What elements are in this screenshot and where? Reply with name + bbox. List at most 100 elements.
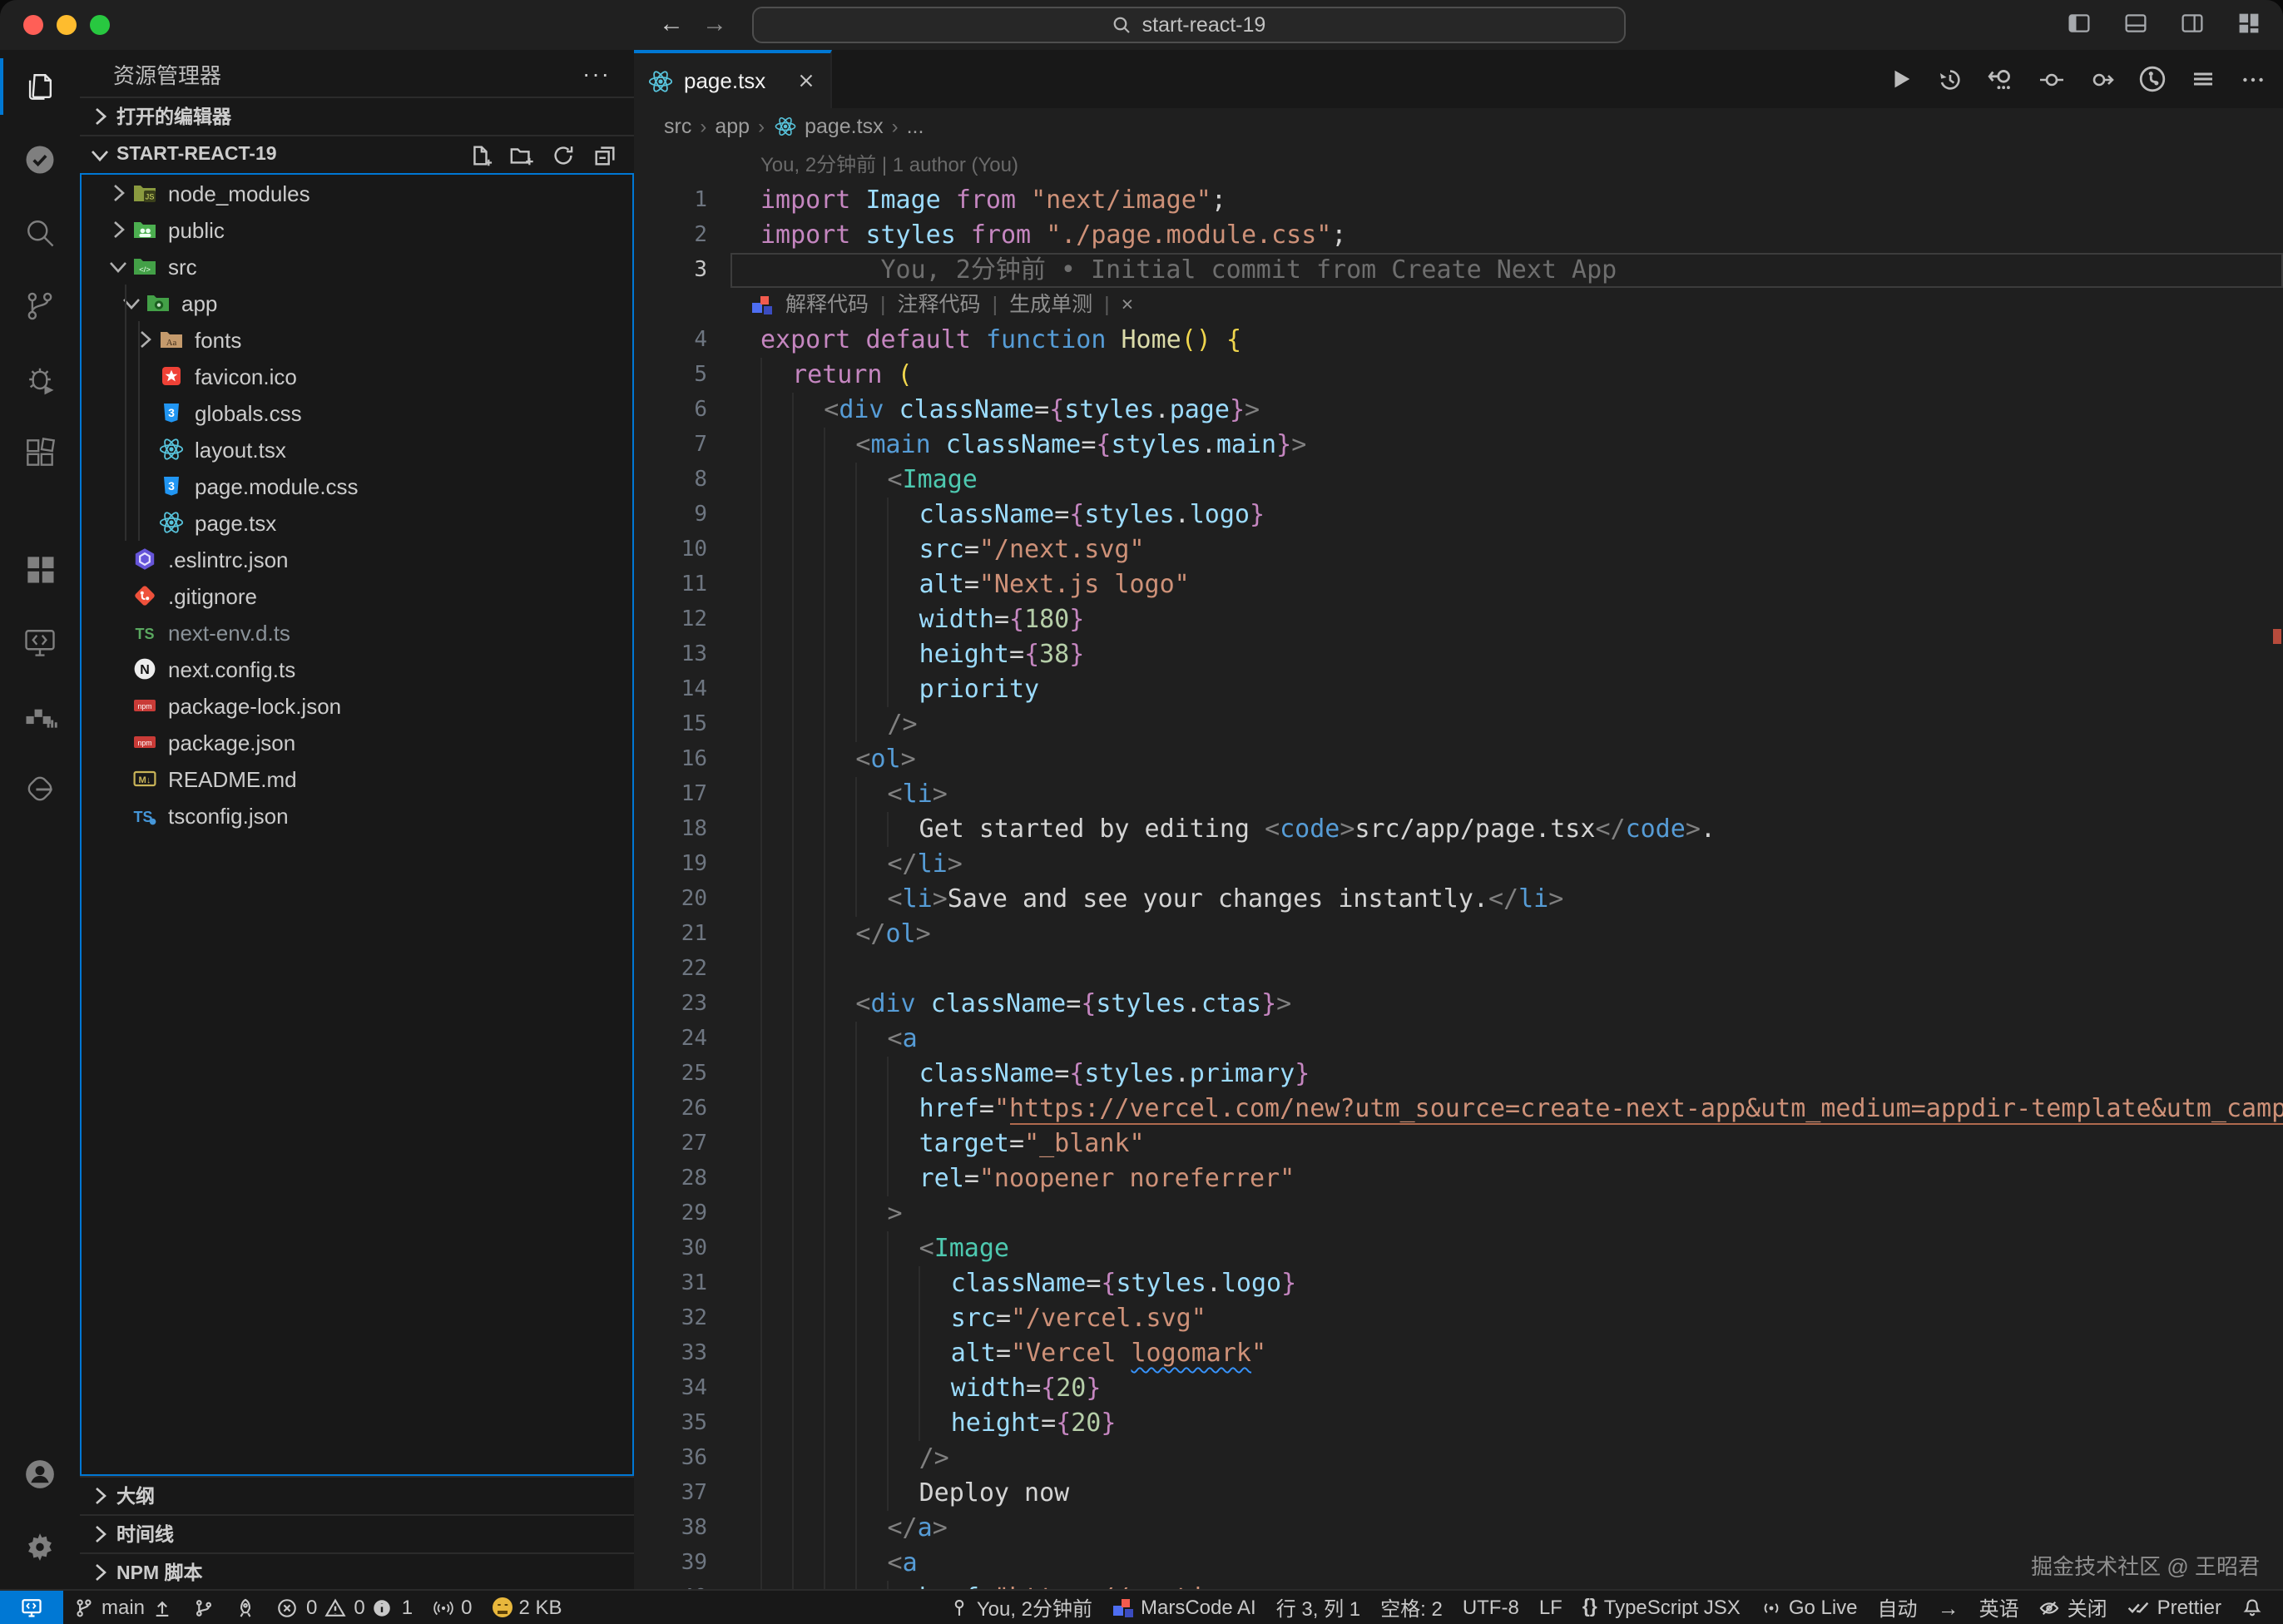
minimize-window-button[interactable] xyxy=(57,15,77,35)
tree-item-.eslintrc.json[interactable]: .eslintrc.json xyxy=(82,541,632,577)
tree-item-app[interactable]: app xyxy=(82,285,632,321)
open-editors-section[interactable]: 打开的编辑器 xyxy=(80,97,634,135)
code-line[interactable]: 17 <li> xyxy=(634,777,2283,812)
activity-testing[interactable] xyxy=(0,123,80,196)
tree-item-tsconfig.json[interactable]: TS tsconfig.json xyxy=(82,797,632,834)
status-encoding[interactable]: UTF-8 xyxy=(1453,1591,1529,1624)
status-eol[interactable]: LF xyxy=(1529,1591,1572,1624)
code-line[interactable]: 21 </ol> xyxy=(634,917,2283,952)
editor-action-gl-graph-icon[interactable] xyxy=(2138,65,2167,93)
code-line[interactable]: 28 rel="noopener noreferrer" xyxy=(634,1161,2283,1196)
status-prettier[interactable]: Prettier xyxy=(2117,1591,2231,1624)
code-line[interactable]: 4export default function Home() { xyxy=(634,323,2283,358)
close-tab-icon[interactable] xyxy=(795,70,817,92)
status-marscode[interactable]: MarsCode AI xyxy=(1102,1591,1266,1624)
tab-page-tsx[interactable]: page.tsx xyxy=(634,50,832,108)
code-line[interactable]: 18 Get started by editing <code>src/app/… xyxy=(634,812,2283,847)
tree-item-public[interactable]: public xyxy=(82,211,632,248)
status-cursor-position[interactable]: 行 3, 列 1 xyxy=(1266,1591,1370,1624)
new-file-button[interactable] xyxy=(468,142,493,167)
sidebar-more-button[interactable]: ··· xyxy=(582,60,611,87)
code-line[interactable]: 16 <ol> xyxy=(634,742,2283,777)
breadcrumb-item[interactable]: ... xyxy=(907,115,924,138)
code-line[interactable]: 7 <main className={styles.main}> xyxy=(634,428,2283,463)
editor-action-more-icon[interactable] xyxy=(2240,66,2266,92)
code-line[interactable]: 34 width={20} xyxy=(634,1371,2283,1406)
status-screencast-off[interactable]: 关闭 xyxy=(2029,1591,2117,1624)
code-line[interactable]: 29 > xyxy=(634,1196,2283,1231)
nav-back-button[interactable]: ← xyxy=(659,8,684,42)
status-remote-indicator[interactable] xyxy=(0,1591,63,1624)
ai-lens-close[interactable]: × xyxy=(1122,288,1134,323)
tree-item-.gitignore[interactable]: .gitignore xyxy=(82,577,632,614)
code-line[interactable]: 5 return ( xyxy=(634,358,2283,393)
tree-item-layout.tsx[interactable]: layout.tsx xyxy=(82,431,632,468)
editor-action-gl-search-icon[interactable] xyxy=(1987,65,2015,93)
tree-item-fonts[interactable]: Aa fonts xyxy=(82,321,632,358)
activity-grid-panel[interactable] xyxy=(0,532,80,606)
toggle-primary-sidebar-icon[interactable] xyxy=(2065,12,2093,35)
status-notifications[interactable] xyxy=(2231,1591,2273,1624)
ai-lens-action[interactable]: 解释代码 xyxy=(785,288,869,323)
code-line[interactable]: 22 xyxy=(634,952,2283,987)
tree-item-page.module.css[interactable]: 3 page.module.css xyxy=(82,468,632,504)
breadcrumb-item[interactable]: src xyxy=(664,115,691,138)
code-line[interactable]: 15 /> xyxy=(634,707,2283,742)
activity-settings[interactable] xyxy=(0,1511,80,1584)
code-line[interactable]: 2import styles from "./page.module.css"; xyxy=(634,218,2283,253)
activity-remote-explorer[interactable] xyxy=(0,606,80,679)
tree-item-src[interactable]: </> src xyxy=(82,248,632,285)
activity-gitlens[interactable] xyxy=(0,752,80,825)
toggle-panel-icon[interactable] xyxy=(2122,12,2150,35)
code-line[interactable]: 14 priority xyxy=(634,672,2283,707)
code-line[interactable]: 9 className={styles.logo} xyxy=(634,498,2283,532)
customize-layout-icon[interactable] xyxy=(2235,12,2263,35)
status-language-mode[interactable]: {}TypeScript JSX xyxy=(1572,1591,1751,1624)
activity-blocks-analytics[interactable] xyxy=(0,679,80,752)
code-line[interactable]: 35 height={20} xyxy=(634,1406,2283,1441)
code-line[interactable]: 31 className={styles.logo} xyxy=(634,1266,2283,1301)
editor-action-gl-next-icon[interactable] xyxy=(2088,66,2115,92)
section-时间线[interactable]: 时间线 xyxy=(80,1514,634,1552)
status-git-branch[interactable]: main xyxy=(63,1591,183,1624)
code-line[interactable]: 12 width={180} xyxy=(634,602,2283,637)
editor-action-history-icon[interactable] xyxy=(1937,66,1964,92)
collapse-all-button[interactable] xyxy=(592,142,617,167)
code-line[interactable]: 25 className={styles.primary} xyxy=(634,1057,2283,1092)
activity-source-control[interactable] xyxy=(0,270,80,343)
code-line[interactable]: 39 <a xyxy=(634,1546,2283,1581)
close-window-button[interactable] xyxy=(23,15,43,35)
refresh-button[interactable] xyxy=(551,142,576,167)
code-line[interactable]: 30 <Image xyxy=(634,1231,2283,1266)
status-blame[interactable]: You, 2分钟前 xyxy=(938,1591,1102,1624)
status-go-live[interactable]: Go Live xyxy=(1751,1591,1868,1624)
activity-search[interactable] xyxy=(0,196,80,270)
project-section-header[interactable]: START-REACT-19 xyxy=(80,135,634,173)
tree-item-next-env.d.ts[interactable]: TS next-env.d.ts xyxy=(82,614,632,651)
status-commit-graph[interactable] xyxy=(183,1591,225,1624)
editor-action-gl-commit-icon[interactable] xyxy=(2038,66,2065,92)
tree-item-package.json[interactable]: npm package.json xyxy=(82,724,632,760)
status-translate-auto[interactable]: 自动 xyxy=(1868,1591,1928,1624)
code-line[interactable]: 27 target="_blank" xyxy=(634,1126,2283,1161)
nav-forward-button[interactable]: → xyxy=(702,8,727,42)
tree-item-next.config.ts[interactable]: N next.config.ts xyxy=(82,651,632,687)
tree-item-README.md[interactable]: M↓ README.md xyxy=(82,760,632,797)
code-line[interactable]: 37 Deploy now xyxy=(634,1476,2283,1511)
command-center-search[interactable]: start-react-19 xyxy=(752,7,1626,43)
code-area[interactable]: You, 2分钟前 | 1 author (You)1import Image … xyxy=(634,145,2283,1591)
code-line[interactable]: 26 href="https://vercel.com/new?utm_sour… xyxy=(634,1092,2283,1126)
code-line[interactable]: 38 </a> xyxy=(634,1511,2283,1546)
codelens-authors[interactable]: You, 2分钟前 | 1 author (You) xyxy=(634,148,2283,183)
code-line[interactable]: 33 alt="Vercel logomark" xyxy=(634,1336,2283,1371)
code-line[interactable]: 32 src="/vercel.svg" xyxy=(634,1301,2283,1336)
status-file-size[interactable]: 2 KB xyxy=(483,1591,572,1624)
code-line[interactable]: 1import Image from "next/image"; xyxy=(634,183,2283,218)
status-translate-target[interactable]: 英语 xyxy=(1969,1591,2029,1624)
tree-item-page.tsx[interactable]: page.tsx xyxy=(82,504,632,541)
toggle-secondary-sidebar-icon[interactable] xyxy=(2178,12,2206,35)
code-line[interactable]: 10 src="/next.svg" xyxy=(634,532,2283,567)
activity-run-debug[interactable] xyxy=(0,343,80,416)
code-line[interactable]: 19 </li> xyxy=(634,847,2283,882)
ai-codelens[interactable]: 解释代码|注释代码|生成单测|× xyxy=(634,288,2283,323)
